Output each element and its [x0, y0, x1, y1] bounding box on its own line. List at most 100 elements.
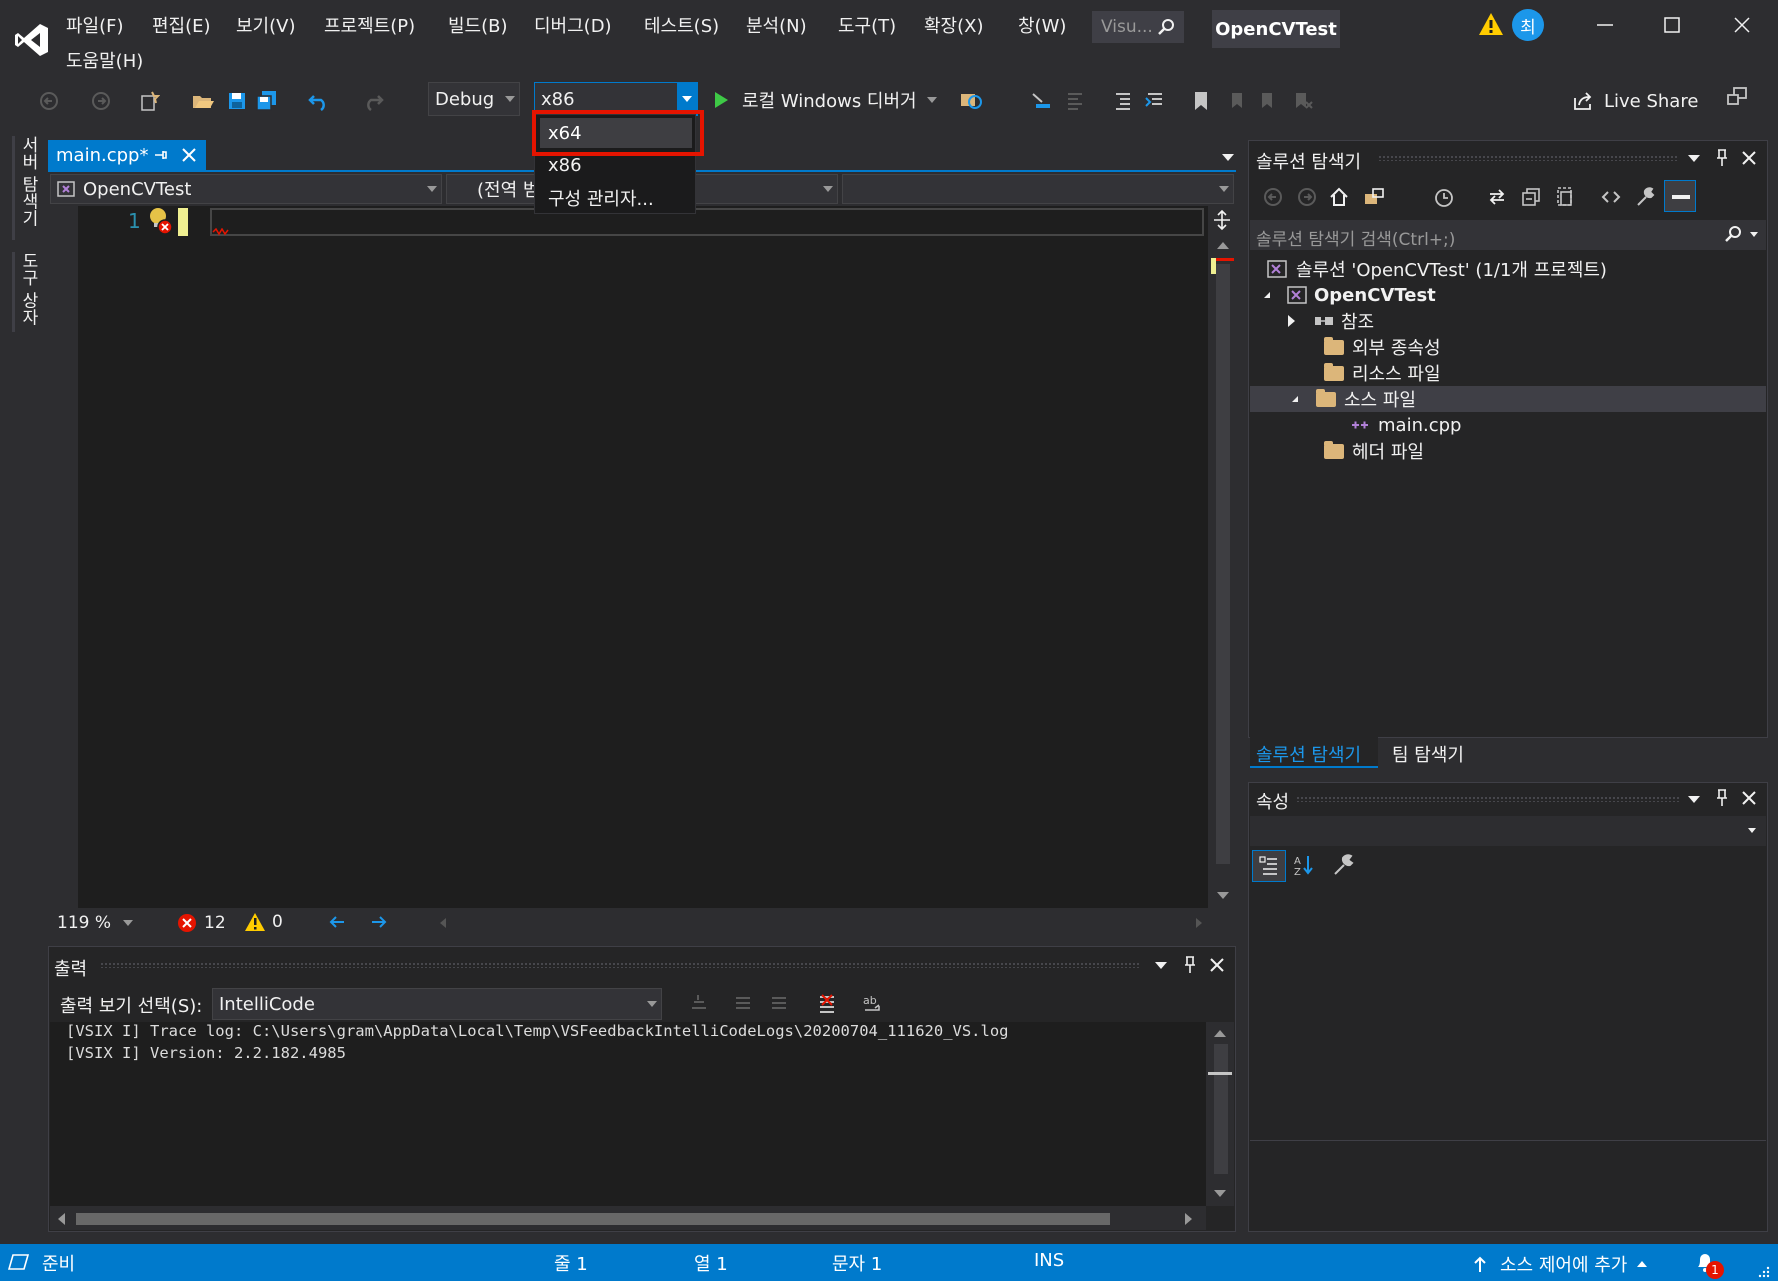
platform-option-config-manager[interactable]: 구성 관리자...: [540, 182, 692, 210]
scroll-up-arrow-icon[interactable]: [1214, 1030, 1226, 1037]
hscroll-right-icon[interactable]: [1196, 918, 1202, 928]
open-folder-icon[interactable]: [190, 88, 216, 114]
redo-icon[interactable]: [360, 88, 386, 114]
expanded-arrow-icon[interactable]: [1292, 396, 1298, 402]
output-horizontal-scrollbar[interactable]: [50, 1206, 1206, 1230]
close-tab-icon[interactable]: [180, 146, 198, 164]
comment-lines-icon[interactable]: [1110, 88, 1136, 114]
scrollbar-thumb[interactable]: [1214, 1044, 1228, 1174]
hscroll-right-icon[interactable]: [1185, 1213, 1192, 1225]
solution-explorer-dropdown-icon[interactable]: [1688, 155, 1700, 162]
nav-project-dropdown[interactable]: OpenCVTest: [50, 174, 442, 204]
collapsed-arrow-icon[interactable]: [1288, 315, 1295, 327]
solution-explorer-search[interactable]: 솔루션 탐색기 검색(Ctrl+;): [1250, 220, 1766, 250]
output-vertical-scrollbar[interactable]: [1206, 1022, 1234, 1206]
switch-views-icon[interactable]: [1362, 184, 1388, 210]
menu-item[interactable]: 확장(X): [924, 12, 984, 38]
output-source-dropdown[interactable]: IntelliCode: [212, 988, 662, 1020]
close-window-button[interactable]: [1722, 8, 1762, 42]
se-back-icon[interactable]: [1260, 184, 1286, 210]
output-pin-icon[interactable]: [1182, 955, 1198, 975]
menu-item[interactable]: 분석(N): [746, 12, 807, 38]
configuration-dropdown[interactable]: Debug: [428, 82, 520, 116]
new-project-icon[interactable]: [136, 88, 162, 114]
navigate-forward-icon[interactable]: [370, 914, 388, 930]
expanded-arrow-icon[interactable]: [1264, 292, 1270, 298]
lightbulb-error-icon[interactable]: [148, 206, 174, 236]
resize-grip-icon[interactable]: [1756, 1264, 1772, 1278]
properties-close-icon[interactable]: [1740, 789, 1758, 807]
property-pages-wrench-icon[interactable]: [1330, 852, 1356, 878]
home-icon[interactable]: [1326, 184, 1352, 210]
prev-bookmark-icon[interactable]: [1222, 88, 1248, 114]
scroll-up-arrow-icon[interactable]: [1217, 242, 1229, 249]
find-message-icon[interactable]: [686, 990, 712, 1016]
editor-horizontal-scrollbar[interactable]: [436, 914, 1206, 932]
format-document-icon[interactable]: [1062, 88, 1088, 114]
tree-item-solution[interactable]: 솔루션 'OpenCVTest' (1/1개 프로젝트): [1266, 256, 1607, 282]
scrollbar-thumb[interactable]: [76, 1213, 1110, 1225]
tree-item-resource-files[interactable]: 리소스 파일: [1324, 360, 1441, 386]
zoom-dropdown[interactable]: 119 %: [50, 910, 138, 936]
status-char[interactable]: 문자 1: [832, 1250, 882, 1276]
next-bookmark-icon[interactable]: [1256, 88, 1282, 114]
word-wrap-icon[interactable]: ab: [860, 990, 886, 1016]
view-code-icon[interactable]: [1598, 184, 1624, 210]
tree-item-project[interactable]: OpenCVTest: [1264, 282, 1436, 308]
tree-item-source-files[interactable]: 소스 파일: [1292, 386, 1416, 412]
output-close-icon[interactable]: [1208, 956, 1226, 974]
chevron-down-icon[interactable]: [1750, 232, 1758, 237]
minimize-button[interactable]: [1584, 8, 1624, 42]
toolbox-tab[interactable]: 도구 상자: [12, 252, 38, 332]
show-all-files-icon[interactable]: [1552, 184, 1578, 210]
live-share-button[interactable]: Live Share: [1572, 86, 1698, 116]
pin-tab-icon[interactable]: [152, 147, 168, 163]
notifications-button[interactable]: 1: [1694, 1251, 1724, 1279]
pending-changes-filter-icon[interactable]: [1430, 184, 1456, 210]
menu-item[interactable]: 도구(T): [838, 12, 896, 38]
account-avatar[interactable]: 최: [1512, 9, 1544, 41]
bookmark-icon[interactable]: [1188, 88, 1214, 114]
forward-nav-icon[interactable]: [88, 88, 114, 114]
editor-tab-main-cpp[interactable]: main.cpp*: [48, 140, 206, 170]
search-box[interactable]: Visu...: [1092, 11, 1184, 43]
menu-help[interactable]: 도움말(H): [66, 47, 143, 73]
tree-item-header-files[interactable]: 헤더 파일: [1324, 438, 1424, 464]
tab-overflow-icon[interactable]: [1222, 154, 1234, 161]
scroll-down-arrow-icon[interactable]: [1214, 1190, 1226, 1197]
output-text-area[interactable]: [VSIX I] Trace log: C:\Users\gram\AppDat…: [50, 1022, 1206, 1206]
properties-wrench-icon[interactable]: [1632, 184, 1658, 210]
solution-explorer-pin-icon[interactable]: [1714, 148, 1730, 168]
split-editor-icon[interactable]: [1208, 208, 1236, 232]
hscroll-left-icon[interactable]: [58, 1213, 65, 1225]
editor-vertical-scrollbar[interactable]: [1208, 206, 1236, 908]
tree-item-main-cpp[interactable]: main.cpp: [1350, 412, 1461, 438]
sync-icon[interactable]: [1484, 184, 1510, 210]
alphabetical-view-icon[interactable]: AZ: [1292, 852, 1318, 878]
tab-solution-explorer[interactable]: 솔루션 탐색기: [1250, 736, 1378, 768]
platform-option-x86[interactable]: x86: [540, 152, 692, 180]
tab-team-explorer[interactable]: 팀 탐색기: [1384, 736, 1494, 768]
navigate-back-icon[interactable]: [328, 914, 346, 930]
warning-notification-icon[interactable]: [1478, 12, 1504, 36]
clear-all-icon[interactable]: [814, 990, 840, 1016]
next-message-icon[interactable]: [766, 990, 792, 1016]
clear-bookmarks-icon[interactable]: [1290, 88, 1316, 114]
code-editor[interactable]: [48, 206, 1236, 908]
undo-icon[interactable]: [306, 88, 332, 114]
menu-item[interactable]: 창(W): [1018, 12, 1066, 38]
menu-item[interactable]: 테스트(S): [644, 12, 719, 38]
tree-item-external-deps[interactable]: 외부 종속성: [1324, 334, 1441, 360]
collapse-all-icon[interactable]: [1518, 184, 1544, 210]
scroll-down-arrow-icon[interactable]: [1217, 892, 1229, 899]
status-line[interactable]: 줄 1: [554, 1250, 588, 1276]
start-debugging-button[interactable]: 로컬 Windows 디버거: [712, 84, 937, 116]
menu-item[interactable]: 보기(V): [236, 12, 295, 38]
properties-dropdown-icon[interactable]: [1688, 796, 1700, 803]
menu-item[interactable]: 편집(E): [152, 12, 211, 38]
save-icon[interactable]: [224, 88, 250, 114]
scrollbar-thumb[interactable]: [1216, 264, 1230, 864]
maximize-button[interactable]: [1652, 8, 1692, 42]
solution-explorer-close-icon[interactable]: [1740, 149, 1758, 167]
properties-object-selector[interactable]: [1250, 816, 1766, 846]
